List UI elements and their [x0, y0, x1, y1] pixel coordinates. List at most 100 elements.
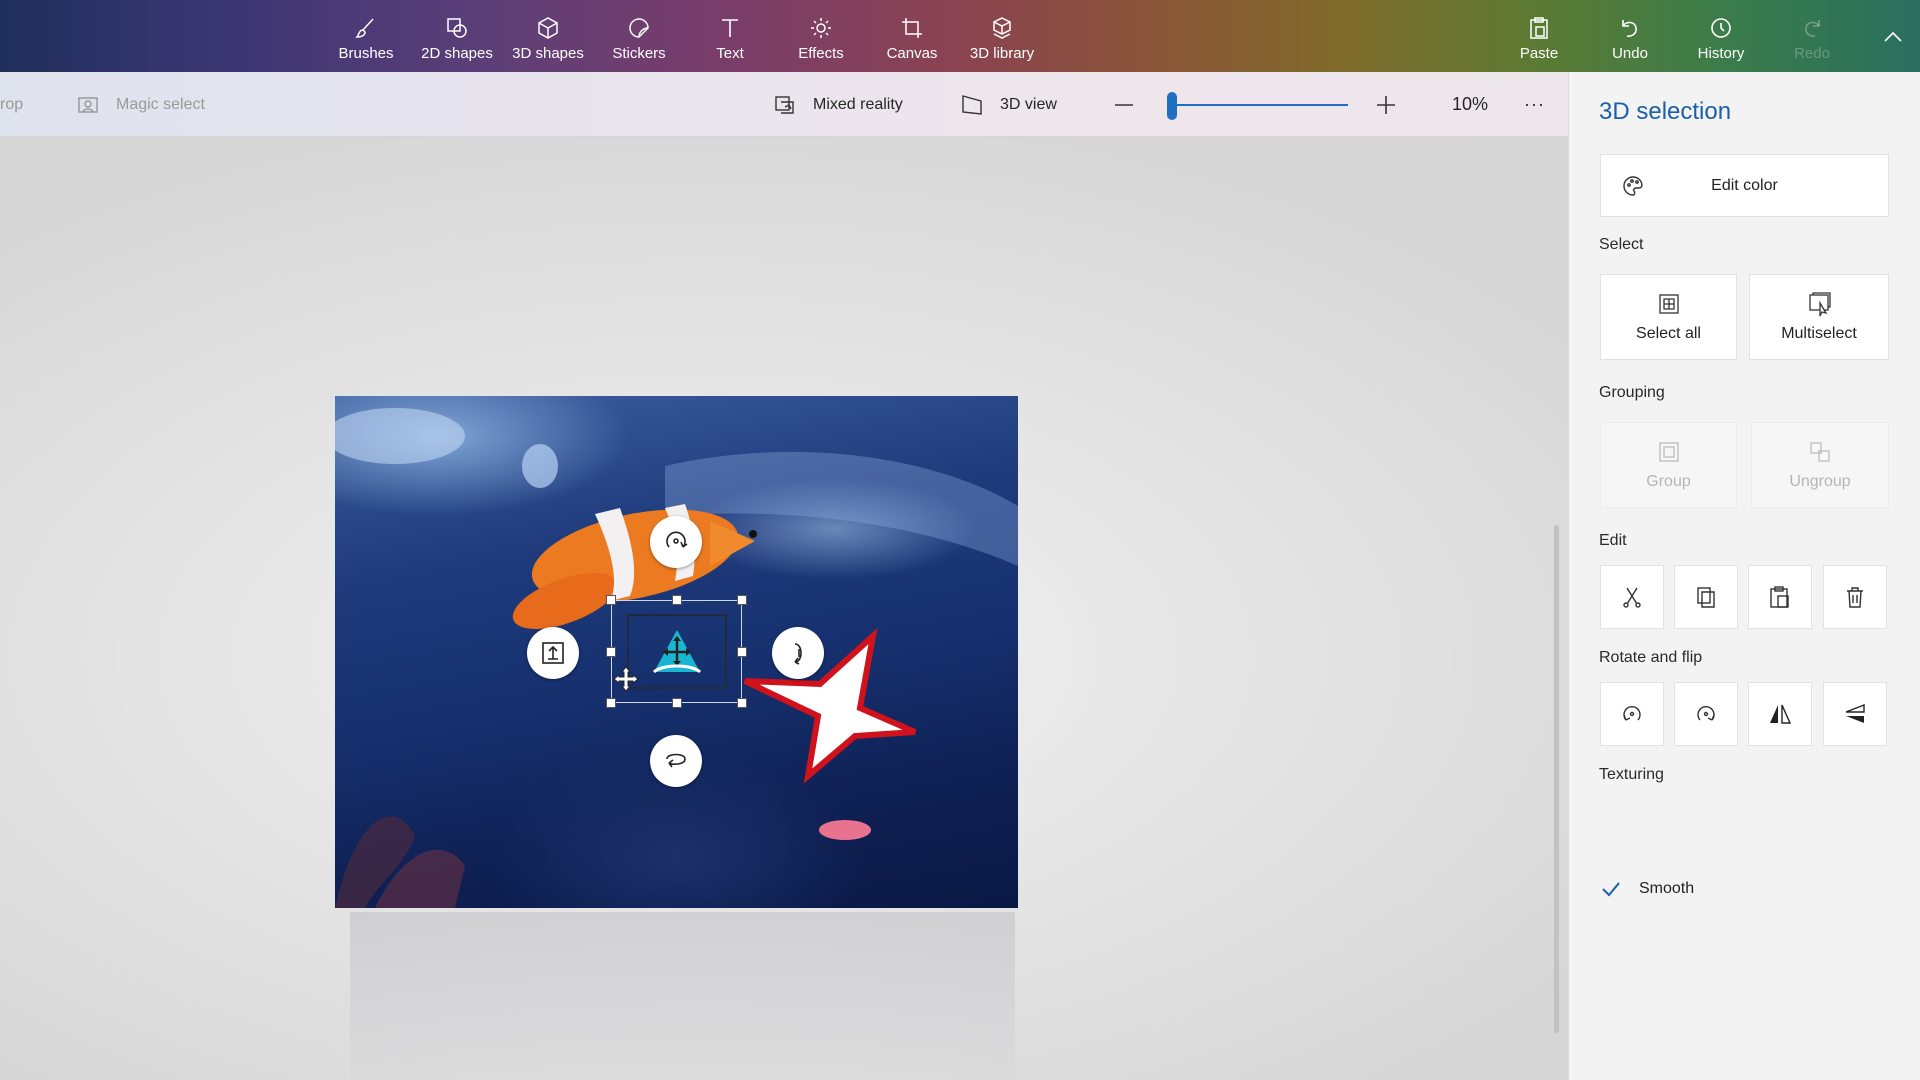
ribbon-label: 2D shapes [421, 44, 493, 62]
crop-button[interactable]: rop [0, 72, 23, 137]
effects-button[interactable]: Effects [777, 0, 865, 72]
delete-button[interactable] [1823, 565, 1887, 629]
group-button[interactable]: Group [1600, 422, 1737, 508]
paste-icon [1770, 586, 1789, 608]
mixed-reality-icon [773, 93, 797, 117]
rotate-icon [666, 531, 688, 548]
zoom-slider-thumb[interactable] [1166, 92, 1177, 120]
move-cursor-icon [613, 666, 639, 692]
resize-handle[interactable] [737, 647, 747, 657]
undo-button[interactable]: Undo [1586, 0, 1674, 72]
flip-vertical-button[interactable] [1823, 682, 1887, 746]
3d-view-icon [960, 93, 984, 117]
vertical-scrollbar[interactable] [1554, 525, 1559, 1033]
resize-handle[interactable] [606, 698, 616, 708]
history-button[interactable]: History [1677, 0, 1765, 72]
3d-object-move-icon[interactable] [652, 628, 702, 674]
brush-icon [353, 15, 379, 41]
rotate-horizontal-control[interactable] [650, 735, 702, 787]
flip-vertical-icon [1845, 703, 1865, 723]
delete-icon [1847, 587, 1863, 608]
mixed-reality-button[interactable]: Mixed reality [773, 72, 903, 137]
brushes-button[interactable]: Brushes [322, 0, 410, 72]
checkmark-icon [1599, 877, 1623, 901]
top-ribbon: Brushes 2D shapes 3D shapes Stickers Tex… [0, 0, 1920, 72]
plus-icon [1377, 95, 1395, 114]
text-button[interactable]: Text [686, 0, 774, 72]
zoom-percent[interactable]: 10% [1452, 72, 1488, 137]
group-label: Group [1646, 473, 1691, 490]
minus-icon [1115, 103, 1133, 106]
ribbon-label: Stickers [612, 44, 666, 62]
copy-icon [1697, 587, 1715, 608]
canvas-image[interactable] [335, 396, 1018, 908]
resize-handle[interactable] [672, 595, 682, 605]
3d-selection-panel: 3D selection Edit color Select Select al… [1568, 72, 1920, 1080]
paste-button[interactable]: Paste [1495, 0, 1583, 72]
rotate-z-axis-control[interactable] [772, 627, 824, 679]
ribbon-label: Canvas [886, 44, 938, 62]
2d-shapes-button[interactable]: 2D shapes [413, 0, 501, 72]
magic-select-label: Magic select [116, 95, 205, 113]
copy-button[interactable] [1674, 565, 1738, 629]
magic-select-button[interactable]: Magic select [76, 72, 205, 137]
flip-horizontal-icon [1770, 704, 1792, 724]
paste-object-button[interactable] [1748, 565, 1812, 629]
effects-icon [808, 15, 834, 41]
multiselect-button[interactable]: Multiselect [1749, 274, 1889, 360]
rotate-x-axis-control[interactable] [650, 516, 702, 568]
resize-handle[interactable] [737, 698, 747, 708]
panel-title: 3D selection [1599, 98, 1732, 125]
3d-library-icon [989, 15, 1015, 41]
resize-handle[interactable] [737, 595, 747, 605]
ungroup-label: Ungroup [1789, 473, 1851, 490]
canvas-button[interactable]: Canvas [868, 0, 956, 72]
multiselect-label: Multiselect [1781, 325, 1857, 342]
ribbon-label: Brushes [338, 44, 394, 62]
ribbon-label: 3D shapes [512, 44, 584, 62]
flip-horizontal-button[interactable] [1748, 682, 1812, 746]
3d-view-button[interactable]: 3D view [960, 72, 1057, 137]
redo-button[interactable]: Redo [1768, 0, 1856, 72]
redo-icon [1799, 15, 1825, 41]
rotate-y-axis-control[interactable] [527, 627, 579, 679]
zoom-out-button[interactable] [1112, 72, 1136, 137]
smooth-checkbox[interactable]: Smooth [1599, 877, 1694, 901]
resize-handle[interactable] [672, 698, 682, 708]
rotate-flip-section-label: Rotate and flip [1599, 649, 1703, 666]
resize-handle[interactable] [606, 595, 616, 605]
collapse-ribbon-button[interactable] [1880, 24, 1906, 50]
ribbon-label: Effects [798, 44, 844, 62]
resize-handle[interactable] [606, 647, 616, 657]
3d-view-label: 3D view [1000, 95, 1057, 113]
3d-shapes-icon [535, 15, 561, 41]
group-icon [1656, 439, 1682, 465]
canvas-reflection [350, 912, 1015, 1080]
cut-button[interactable] [1600, 565, 1664, 629]
paste-icon [1526, 15, 1552, 41]
rotate-right-button[interactable] [1674, 682, 1738, 746]
select-all-button[interactable]: Select all [1600, 274, 1737, 360]
zoom-in-button[interactable] [1374, 72, 1398, 137]
3d-shapes-button[interactable]: 3D shapes [504, 0, 592, 72]
3d-library-button[interactable]: 3D library [959, 0, 1045, 72]
edit-color-label: Edit color [1711, 176, 1778, 194]
stickers-button[interactable]: Stickers [595, 0, 683, 72]
rotate-left-button[interactable] [1600, 682, 1664, 746]
zoom-slider-track[interactable] [1168, 104, 1348, 106]
crop-label: rop [0, 95, 24, 113]
edit-color-button[interactable]: Edit color [1600, 154, 1889, 217]
multiselect-icon [1806, 291, 1832, 317]
undo-icon [1617, 15, 1643, 41]
select-all-label: Select all [1636, 325, 1701, 342]
canvas-icon [899, 15, 925, 41]
smooth-label: Smooth [1639, 880, 1695, 897]
ribbon-label: Redo [1794, 44, 1830, 62]
ribbon-label: Paste [1519, 44, 1559, 62]
rotate-vertical-icon [794, 643, 802, 665]
texturing-section-label: Texturing [1599, 766, 1664, 783]
more-options-button[interactable]: ··· [1524, 72, 1545, 137]
magic-select-icon [76, 93, 100, 117]
text-icon [717, 15, 743, 41]
ungroup-button[interactable]: Ungroup [1751, 422, 1889, 508]
